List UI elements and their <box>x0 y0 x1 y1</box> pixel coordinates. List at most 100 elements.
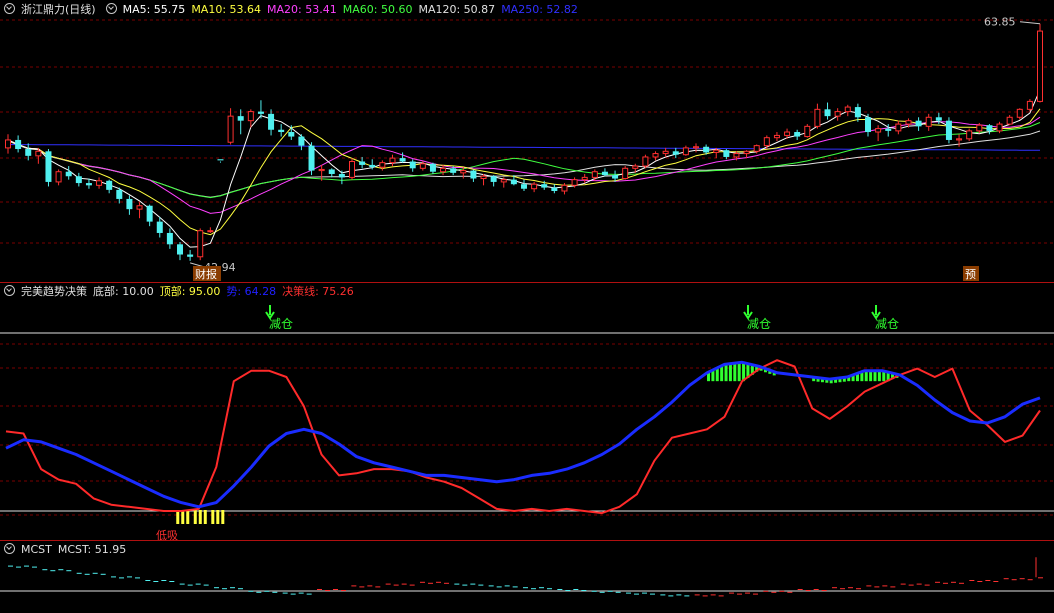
mcst-tick <box>694 594 700 596</box>
candle-body <box>369 164 376 168</box>
candle-body <box>693 146 699 149</box>
mcst-tick <box>779 590 785 592</box>
candle-body <box>409 161 416 169</box>
mcst-tick <box>66 570 72 572</box>
mcst-tick <box>8 565 13 567</box>
mcst-tick <box>882 585 888 587</box>
pane-toggle-icon[interactable] <box>4 543 15 554</box>
candle-body <box>1016 108 1023 118</box>
ma10-line <box>7 108 1041 236</box>
candle-body <box>561 184 568 192</box>
top-signal-bar <box>877 370 881 382</box>
ma-legend-item: MA60: 50.60 <box>342 3 413 16</box>
mcst-tick <box>729 592 734 594</box>
candle-body <box>207 230 214 233</box>
top-signal-bar <box>869 370 873 382</box>
candle-body <box>268 113 275 130</box>
mcst-tick <box>161 580 167 581</box>
mcst-tick <box>444 582 449 584</box>
candle-body <box>531 183 538 190</box>
indicator-legend-item: 决策线: 75.26 <box>282 285 354 298</box>
mcst-tick <box>797 589 803 590</box>
mcst-tick <box>393 584 399 586</box>
mcst-tick <box>32 566 37 568</box>
main-chart-header: 浙江鼎力(日线) MA5: 55.75 MA10: 53.64 MA20: 53.41… <box>0 2 590 18</box>
reduce-position-label: 减仓 <box>875 317 899 331</box>
candle-body <box>865 117 871 133</box>
indicator-legend-item: 势: 64.28 <box>226 285 277 298</box>
mcst-tick <box>832 587 837 589</box>
candle-body <box>126 198 133 210</box>
mcst-tick <box>290 593 296 595</box>
mcst-tick <box>145 580 151 581</box>
mcst-tick <box>409 584 415 586</box>
ma-legend-item: MA120: 50.87 <box>418 3 496 16</box>
candle-body <box>359 161 366 165</box>
candle-body <box>247 111 254 122</box>
pane-toggle-icon[interactable] <box>4 3 15 14</box>
mcst-tick <box>359 586 365 588</box>
mcst-tick <box>634 593 639 595</box>
mcst-tick <box>607 590 613 592</box>
ma-legend: MA5: 55.75 MA10: 53.64 MA20: 53.41 MA60: 50… <box>123 3 584 16</box>
candle-body <box>571 179 578 186</box>
candle-body <box>682 147 689 156</box>
mcst-tick <box>565 590 571 591</box>
candle-body <box>237 116 244 121</box>
candle-body <box>925 116 932 127</box>
main-chart-pane[interactable]: 浙江鼎力(日线) MA5: 55.75 MA10: 53.64 MA20: 53.41… <box>0 0 1054 282</box>
mcst-tick <box>325 590 330 591</box>
mcst-tick <box>745 592 750 594</box>
mcst-tick <box>420 581 425 583</box>
mcst-tick <box>591 590 597 592</box>
mcst-tick <box>214 587 219 589</box>
mcst-tick <box>660 594 666 596</box>
mcst-tick <box>333 589 338 590</box>
candle-body <box>723 150 730 157</box>
mcst-tick <box>935 581 940 583</box>
candle-body <box>460 170 467 174</box>
indicator-pane[interactable]: 完美趋势决策 底部: 10.00 顶部: 95.00 势: 64.28 决策线: 75.… <box>0 282 1054 540</box>
mcst-tick <box>642 592 647 594</box>
candlestick-chart[interactable]: 63.8542.94财报预 <box>0 0 1054 282</box>
candle-body <box>814 108 821 127</box>
ma-legend-item: MA5: 55.75 <box>122 3 186 16</box>
candle-body <box>844 106 851 113</box>
candle-body <box>257 111 264 114</box>
candle-body <box>703 146 710 153</box>
mcst-tick <box>317 589 322 590</box>
bottom-signal-bar <box>198 510 202 524</box>
mcst-tick <box>856 588 861 590</box>
mcst-tick <box>478 584 484 586</box>
buy-low-label: 低吸 <box>156 529 178 540</box>
trend-indicator-chart[interactable]: 减仓 减仓 减仓低吸 <box>0 282 1054 540</box>
indicator-header: 完美趋势决策 底部: 10.00 顶部: 95.00 势: 64.28 决策线: 75.… <box>0 284 366 300</box>
reduce-position-label: 减仓 <box>747 317 771 331</box>
candle-body <box>278 129 285 133</box>
ma-toggle-icon[interactable] <box>105 3 117 14</box>
ma250-line <box>7 144 1041 151</box>
candle-body <box>399 158 406 162</box>
candle-body <box>915 120 922 127</box>
candle-body <box>895 123 902 132</box>
mcst-tick <box>436 581 441 583</box>
candle-body <box>419 163 426 169</box>
ma-legend-item: MA10: 53.64 <box>191 3 262 16</box>
mcst-tick <box>512 586 518 588</box>
candle-body <box>166 232 173 245</box>
candle-body <box>976 124 983 132</box>
mcst-tick <box>753 593 758 595</box>
mcst-tick <box>737 593 742 595</box>
mcst-tick <box>1019 578 1025 580</box>
pane-toggle-icon[interactable] <box>4 285 15 296</box>
candle-body <box>136 205 143 210</box>
mcst-pane[interactable]: MCST MCST: 51.95 <box>0 540 1054 613</box>
mcst-chart[interactable] <box>0 540 1054 613</box>
mcst-tick <box>531 588 536 590</box>
mcst-tick <box>135 577 140 579</box>
candle-body <box>328 169 335 174</box>
candle-body <box>5 139 11 149</box>
mcst-tick <box>256 591 262 593</box>
candle-body <box>177 244 183 255</box>
mcst-tick <box>848 587 853 589</box>
